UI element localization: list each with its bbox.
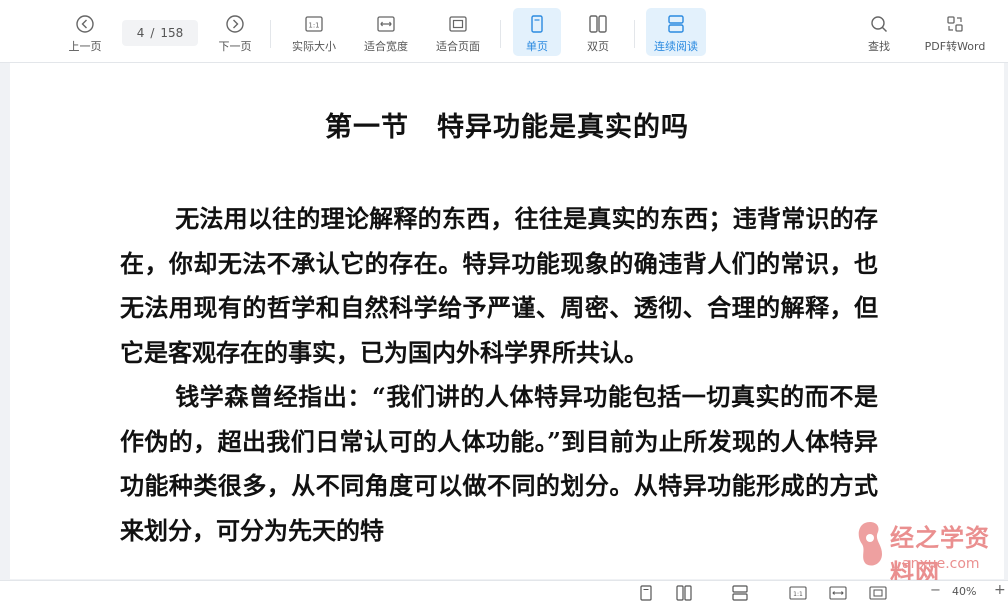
single-page-button[interactable]: 单页 (513, 8, 561, 56)
status-bar: 1:1 − 40% + (0, 580, 1008, 606)
search-icon (867, 12, 891, 36)
search-button[interactable]: 查找 (860, 8, 898, 56)
continuous-status-icon[interactable] (730, 584, 750, 602)
page-number-box[interactable]: 4 / 158 (122, 20, 198, 46)
zoom-out-button[interactable]: − (930, 583, 941, 598)
single-page-status-icon[interactable] (636, 584, 656, 602)
toolbar-divider (270, 20, 271, 48)
continuous-reading-icon (664, 12, 688, 36)
actual-size-label: 实际大小 (292, 40, 336, 53)
double-page-icon (586, 12, 610, 36)
fit-width-button[interactable]: 适合宽度 (358, 8, 414, 56)
fit-width-status-icon[interactable] (828, 584, 848, 602)
chapter-title: 第一节 特异功能是真实的吗 (325, 112, 689, 143)
arrow-left-circle-icon (73, 12, 97, 36)
zoom-in-button[interactable]: + (994, 582, 1006, 598)
next-page-label: 下一页 (218, 40, 252, 53)
document-page: 第一节 特异功能是真实的吗 无法用以往的理论解释的东西，往往是真实的东西；违背常… (10, 63, 1004, 579)
pdf-to-word-label: PDF转Word (924, 40, 986, 53)
prev-page-label: 上一页 (68, 40, 102, 53)
next-page-button[interactable]: 下一页 (212, 8, 258, 56)
toolbar-divider (500, 20, 501, 48)
fit-width-label: 适合宽度 (364, 40, 408, 53)
document-body: 无法用以往的理论解释的东西，往往是真实的东西；违背常识的存在，你却无法不承认它的… (120, 197, 878, 553)
actual-size-button[interactable]: 1:1 实际大小 (286, 8, 342, 56)
fit-page-status-icon[interactable] (868, 584, 888, 602)
watermark-logo (858, 522, 882, 566)
prev-page-button[interactable]: 上一页 (62, 8, 108, 56)
convert-icon (943, 12, 967, 36)
actual-size-icon: 1:1 (302, 12, 326, 36)
fit-width-icon (374, 12, 398, 36)
zoom-level[interactable]: 40% (952, 585, 976, 598)
paragraph: 无法用以往的理论解释的东西，往往是真实的东西；违背常识的存在，你却无法不承认它的… (120, 204, 878, 367)
single-page-icon (525, 12, 549, 36)
watermark-brand: 经之学资料网 (890, 524, 990, 587)
search-label: 查找 (868, 40, 890, 53)
double-page-label: 双页 (587, 40, 609, 53)
page-separator: / (150, 26, 155, 40)
svg-text:1:1: 1:1 (793, 591, 803, 598)
toolbar: 上一页 4 / 158 下一页 1:1 实际大小 适合宽度 适合页面 单页 双页… (0, 0, 1008, 63)
total-pages: 158 (160, 26, 184, 40)
fit-page-icon (446, 12, 470, 36)
paragraph: 钱学森曾经指出：“我们讲的人体特异功能包括一切真实的而不是作伪的，超出我们日常认… (120, 382, 878, 545)
fit-page-button[interactable]: 适合页面 (430, 8, 486, 56)
double-page-button[interactable]: 双页 (574, 8, 622, 56)
toolbar-divider (634, 20, 635, 48)
watermark: 经之学资料网 anxue.com (852, 518, 992, 587)
continuous-reading-button[interactable]: 连续阅读 (646, 8, 706, 56)
arrow-right-circle-icon (223, 12, 247, 36)
watermark-url: anxue.com (902, 556, 980, 572)
current-page-input[interactable]: 4 (137, 26, 145, 40)
double-page-status-icon[interactable] (674, 584, 694, 602)
single-page-label: 单页 (526, 40, 548, 53)
fit-page-label: 适合页面 (436, 40, 480, 53)
continuous-reading-label: 连续阅读 (654, 40, 698, 53)
pdf-to-word-button[interactable]: PDF转Word (918, 8, 992, 56)
svg-text:1:1: 1:1 (308, 22, 319, 30)
actual-size-status-icon[interactable]: 1:1 (788, 584, 808, 602)
